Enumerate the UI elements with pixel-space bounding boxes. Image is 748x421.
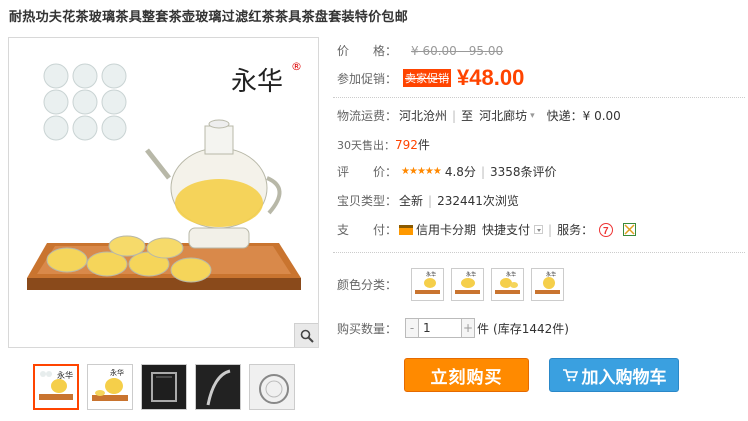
thumbnail-3[interactable]: [141, 364, 187, 410]
rating-score: 4.8分: [444, 165, 476, 179]
promo-label: 参加促销：: [337, 71, 398, 86]
color-option-4[interactable]: 永华: [531, 268, 565, 301]
color-option-1[interactable]: 永华: [411, 268, 445, 301]
thumbnail-2[interactable]: 永华: [87, 364, 133, 410]
shipping-label: 物流运费：: [337, 109, 398, 123]
divider: [333, 97, 745, 98]
buy-now-button[interactable]: 立刻购买: [404, 358, 529, 392]
ship-to-prefix: 至: [461, 109, 474, 123]
item-type-label: 宝贝类型：: [337, 194, 398, 208]
original-price: ¥ 60.00 - 95.00: [411, 43, 504, 58]
rating-label: 评 价：: [337, 165, 398, 179]
thumbnail-5[interactable]: [249, 364, 295, 410]
credit-card-icon: [399, 224, 414, 235]
view-count: 232441次浏览: [437, 194, 519, 208]
sold-unit: 件: [417, 138, 430, 152]
rating-row: 评 价： ★★★★★ 4.8分 | 3358条评价: [337, 163, 557, 180]
quantity-row: 购买数量： - 1 + 件 (库存1442件): [337, 318, 569, 338]
product-title: 耐热功夫花茶玻璃茶具整套茶壶玻璃过滤红茶茶具茶盘套装特价包邮: [9, 10, 409, 25]
card-installment[interactable]: 信用卡分期: [416, 221, 476, 238]
color-option-3[interactable]: 永华: [491, 268, 525, 301]
svg-text:永华: 永华: [57, 370, 73, 380]
quantity-stepper: - 1 +: [405, 318, 476, 338]
sold-label: 30天售出：: [337, 138, 395, 152]
review-count-link[interactable]: 3358条评价: [490, 163, 557, 180]
price-row: 价 格： ¥ 60.00 - 95.00: [337, 42, 503, 59]
main-product-image[interactable]: 永华 ®: [8, 37, 319, 348]
quantity-minus-button[interactable]: -: [405, 318, 420, 338]
svg-text:7: 7: [603, 226, 609, 237]
sold-row: 30天售出： 792 件: [337, 136, 430, 153]
stock-count: (库存1442件): [493, 321, 569, 336]
shipping-row: 物流运费： 河北沧州 | 至 河北廊坊 ▾ 快递：¥ 0.00: [337, 107, 621, 124]
divider: [333, 252, 745, 253]
item-type-row: 宝贝类型： 全新 | 232441次浏览: [337, 193, 519, 209]
sold-count: 792: [395, 137, 418, 152]
svg-text:永华: 永华: [426, 271, 436, 278]
seven-day-return-icon[interactable]: 7: [599, 222, 614, 237]
guarantee-icon[interactable]: [623, 223, 637, 236]
payment-dropdown-icon[interactable]: [534, 225, 544, 234]
promo-price: ¥48.00: [457, 65, 525, 90]
svg-text:永华: 永华: [466, 271, 476, 278]
ship-from: 河北沧州: [399, 109, 448, 123]
add-to-cart-label: 加入购物车: [581, 367, 667, 388]
item-condition: 全新: [399, 194, 424, 208]
color-row: 颜色分类： 永华 永华 永华 永华: [337, 268, 565, 301]
color-swatches: 永华 永华 永华 永华: [411, 268, 565, 301]
svg-text:永华: 永华: [110, 368, 124, 377]
svg-text:永华: 永华: [546, 271, 556, 278]
add-to-cart-button[interactable]: 加入购物车: [549, 358, 679, 392]
svg-text:®: ®: [291, 60, 302, 73]
thumbnail-4[interactable]: [195, 364, 241, 410]
chevron-down-icon: ▾: [530, 110, 535, 121]
quantity-unit: 件: [477, 321, 490, 336]
tea-set-illustration: 永华 ®: [27, 60, 302, 290]
quick-pay[interactable]: 快捷支付: [482, 221, 530, 238]
brand-logo-text: 永华: [231, 67, 283, 97]
rating-stars: ★★★★★: [401, 166, 442, 177]
thumbnail-1[interactable]: 永华: [33, 364, 79, 410]
svg-text:永华: 永华: [506, 271, 516, 278]
color-label: 颜色分类：: [337, 278, 398, 292]
service-label: 服务：: [557, 223, 594, 237]
express-fee: 快递：¥ 0.00: [546, 109, 621, 123]
quantity-label: 购买数量：: [337, 321, 398, 336]
quantity-plus-button[interactable]: +: [461, 318, 476, 338]
zoom-button[interactable]: [294, 323, 318, 347]
payment-row: 支 付： 信用卡分期 快捷支付 | 服务： 7: [337, 221, 637, 238]
cart-icon: [562, 369, 578, 382]
color-option-2[interactable]: 永华: [451, 268, 485, 301]
thumbnail-strip: 永华 永华: [33, 364, 295, 410]
price-label: 价 格：: [337, 44, 398, 58]
quantity-input[interactable]: 1: [419, 318, 462, 338]
magnifier-icon: [300, 329, 314, 343]
ship-to-select[interactable]: 河北廊坊: [479, 107, 527, 124]
promo-row: 参加促销： 卖家促销 ¥48.00: [337, 65, 524, 91]
payment-label: 支 付：: [337, 223, 398, 237]
promo-tag: 卖家促销: [403, 69, 452, 87]
